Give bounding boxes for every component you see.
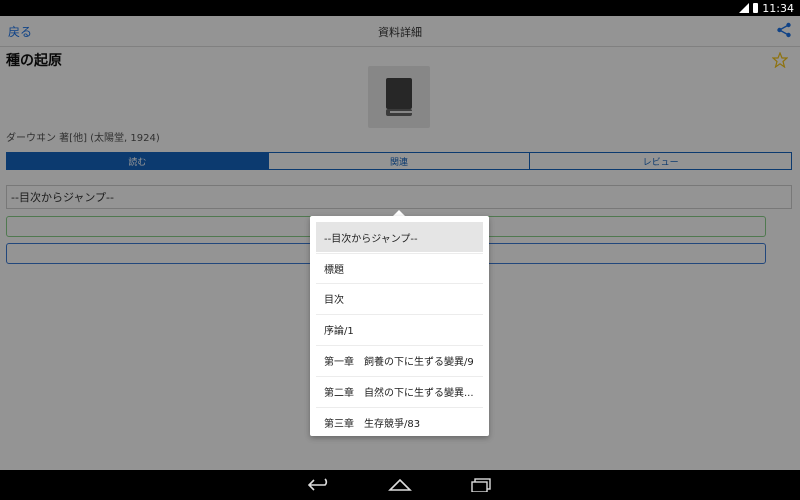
menu-item[interactable]: 序論/1 bbox=[316, 314, 483, 344]
nav-back-icon[interactable] bbox=[308, 478, 330, 492]
status-bar: 11:34 bbox=[0, 0, 800, 16]
status-time: 11:34 bbox=[762, 1, 794, 15]
signal-icon bbox=[739, 3, 750, 13]
status-icons: 11:34 bbox=[739, 0, 794, 16]
menu-item[interactable]: 第三章 生存競爭/83 bbox=[316, 407, 483, 437]
menu-item[interactable]: 第一章 飼養の下に生ずる變異/9 bbox=[316, 345, 483, 375]
battery-icon bbox=[753, 3, 759, 13]
nav-home-icon[interactable] bbox=[388, 478, 412, 492]
navigation-bar bbox=[0, 470, 800, 500]
menu-item[interactable]: 標題 bbox=[316, 253, 483, 283]
menu-item[interactable]: 第二章 自然の下に生ずる變異... bbox=[316, 376, 483, 406]
toc-popup-menu: --目次からジャンプ-- 標題 目次 序論/1 第一章 飼養の下に生ずる變異/9… bbox=[310, 216, 489, 436]
menu-item[interactable]: --目次からジャンプ-- bbox=[316, 222, 483, 252]
menu-item[interactable]: 目次 bbox=[316, 283, 483, 313]
nav-recent-icon[interactable] bbox=[470, 478, 492, 492]
